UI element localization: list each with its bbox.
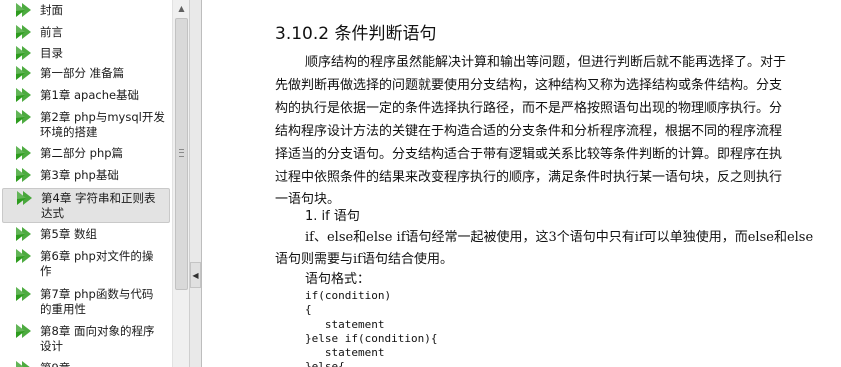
document-page: 3.10.2 条件判断语句 顺序结构的程序虽然能解决计算和输出等问题，但进行判断… [203, 0, 841, 367]
outline-list: 封面前言目录第一部分 准备篇第1章 apache基础第2章 php与mysql开… [0, 0, 172, 367]
outline-item-label: 第二部分 php篇 [40, 145, 170, 161]
outline-item-label-line: 第7章 php函数与代码 [40, 287, 154, 301]
outline-item[interactable]: 第4章 字符串和正则表 达式 [2, 188, 170, 223]
code-lines-line: if(condition) [305, 289, 392, 302]
outline-item-label-line: 作 [40, 264, 52, 278]
outline-item[interactable]: 第9章 ... [2, 360, 170, 367]
paragraph1-lines-line: 择适当的分支语句。分支结构适合于带有逻辑或关系比较等条件判断的计算。即程序在执 [275, 147, 783, 162]
outline-item-label-line: 第一部分 准备篇 [40, 66, 125, 80]
outline-item-label-line: 第4章 字符串和正则表 [41, 191, 156, 205]
outline-item-label-line: 第1章 apache基础 [40, 88, 140, 102]
paragraph2-lines-line: if、else和else if语句经常一起被使用，这3个语句中只有if可以单独使… [305, 230, 814, 245]
bookmark-arrow-icon [14, 248, 34, 265]
bookmark-arrow-icon [14, 2, 34, 19]
syntax-format-label: 语句格式： [305, 272, 371, 287]
collapse-panel-icon[interactable]: ◀ [190, 262, 201, 288]
paragraph1-lines-line: 先做判断再做选择的问题就要使用分支结构，这种结构又称为选择结构或条件结构。分支 [275, 78, 783, 93]
outline-item-label: 第2章 php与mysql开发 环境的搭建 [40, 109, 170, 140]
outline-item-label: 第8章 面向对象的程序 设计 [40, 323, 170, 354]
bookmark-arrow-icon [14, 145, 34, 162]
outline-item[interactable]: 第8章 面向对象的程序 设计 [2, 323, 170, 354]
outline-item-label-line: 第8章 面向对象的程序 [40, 324, 155, 338]
outline-item[interactable]: 第1章 apache基础 [2, 87, 170, 104]
scrollbar-thumb[interactable] [175, 18, 188, 290]
code-lines-line: }else{ [305, 360, 345, 367]
outline-item-label: 第1章 apache基础 [40, 87, 170, 103]
bookmark-arrow-icon [14, 65, 34, 82]
outline-item-label: 目录 [40, 45, 170, 61]
outline-item-label: 第3章 php基础 [40, 167, 170, 183]
scrollbar-grip-icon [179, 149, 184, 157]
bookmark-arrow-icon [15, 190, 35, 207]
outline-item-label: 第5章 数组 [40, 226, 170, 242]
outline-item-label: 第一部分 准备篇 [40, 65, 170, 81]
outline-item[interactable]: 第5章 数组 [2, 226, 170, 243]
outline-item[interactable]: 第二部分 php篇 [2, 145, 170, 162]
outline-item-label-line: 第2章 php与mysql开发 [40, 110, 165, 124]
outline-item-label-line: 设计 [40, 339, 63, 353]
outline-scrollbar[interactable]: ▲ [172, 0, 189, 367]
outline-item-label: 第6章 php对文件的操作 [40, 248, 170, 279]
paragraph1-lines-line: 过程中依照条件的结果来改变程序执行的顺序，满足条件时执行某一语句块，反之则执行 [275, 170, 783, 185]
outline-item-label-line: 第3章 php基础 [40, 168, 119, 182]
panel-splitter[interactable]: ◀ [190, 0, 202, 367]
scroll-up-arrow-icon[interactable]: ▲ [173, 0, 189, 17]
code-lines-line: }else if(condition){ [305, 332, 438, 345]
outline-item[interactable]: 第7章 php函数与代码 的重用性 [2, 286, 170, 317]
paragraph1-lines-line: 顺序结构的程序虽然能解决计算和输出等问题，但进行判断后就不能再选择了。对于 [305, 55, 787, 70]
bookmark-arrow-icon [14, 24, 34, 41]
outline-item-label-line: 第二部分 php篇 [40, 146, 124, 160]
outline-item-label-line: 达式 [41, 206, 64, 220]
outline-item-label: 第9章 ... [40, 360, 170, 367]
outline-item-label-line: 第9章 ... [40, 361, 170, 367]
if-statement-subheading: 1. if 语句 [305, 209, 360, 224]
code-lines-line: statement [305, 318, 385, 331]
bookmark-arrow-icon [14, 45, 34, 62]
bookmark-arrow-icon [14, 323, 34, 340]
paragraph2-lines-line: 语句则需要与if语句结合使用。 [275, 252, 453, 267]
paragraph1-lines-line: 构的执行是依据一定的条件选择执行路径，而不是严格按照语句出现的物理顺序执行。分 [275, 101, 783, 116]
bookmark-arrow-icon [14, 109, 34, 126]
paragraph1-lines-line: 结构程序设计方法的关键在于构造合适的分支条件和分析程序流程，根据不同的程序流程 [275, 124, 783, 139]
outline-item-label-line: 目录 [40, 46, 63, 60]
outline-item-label: 前言 [40, 24, 170, 40]
outline-item-label-line: 环境的搭建 [40, 125, 98, 139]
outline-item[interactable]: 第3章 php基础 [2, 167, 170, 184]
bookmark-arrow-icon [14, 286, 34, 303]
outline-panel: 封面前言目录第一部分 准备篇第1章 apache基础第2章 php与mysql开… [0, 0, 190, 367]
outline-item-label-line: 的重用性 [40, 302, 86, 316]
bookmark-arrow-icon [14, 226, 34, 243]
outline-item[interactable]: 封面 [2, 2, 170, 19]
bookmark-arrow-icon [14, 167, 34, 184]
outline-item[interactable]: 第6章 php对文件的操作 [2, 248, 170, 279]
outline-item-label-line: 第6章 php对文件的操 [40, 249, 154, 263]
outline-item[interactable]: 第一部分 准备篇 [2, 65, 170, 82]
code-lines-line: { [305, 303, 312, 316]
bookmark-arrow-icon [14, 87, 34, 104]
bookmark-arrow-icon [14, 360, 34, 367]
section-heading: 3.10.2 条件判断语句 [275, 24, 437, 44]
outline-item-label-line: 封面 [40, 3, 63, 17]
outline-item-label-line: 前言 [40, 25, 63, 39]
outline-item-label: 第7章 php函数与代码 的重用性 [40, 286, 170, 317]
outline-item[interactable]: 前言 [2, 24, 170, 41]
outline-item[interactable]: 目录 [2, 45, 170, 62]
outline-item-label: 第4章 字符串和正则表 达式 [41, 190, 169, 221]
outline-item-label-line: 第5章 数组 [40, 227, 97, 241]
code-lines-line: statement [305, 346, 385, 359]
outline-item[interactable]: 第2章 php与mysql开发 环境的搭建 [2, 109, 170, 140]
outline-item-label: 封面 [40, 2, 170, 18]
